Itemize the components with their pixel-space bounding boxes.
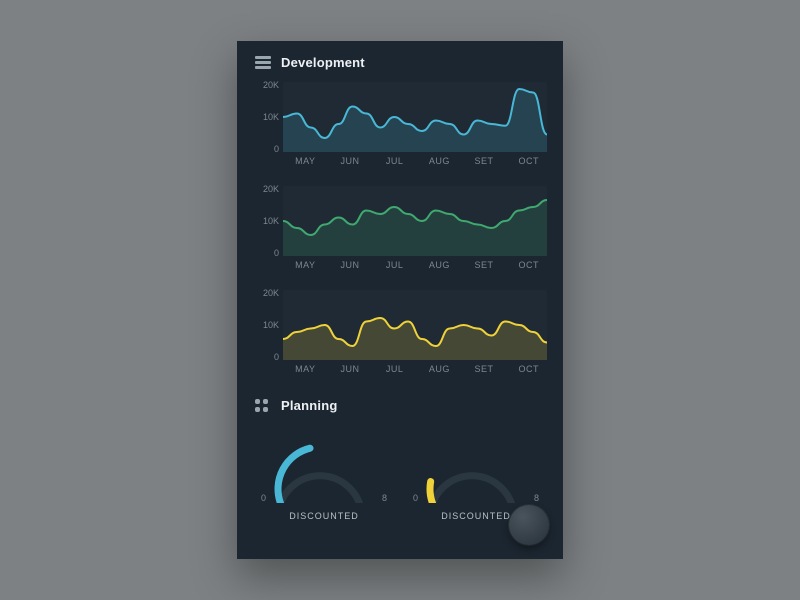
x-tick-label: MAY [283, 156, 328, 166]
chart-svg [283, 82, 547, 152]
x-tick-label: MAY [283, 260, 328, 270]
grid-icon [255, 399, 271, 413]
mobile-dashboard-panel: Development 20K10K0MAYJUNJULAUGSETOCT20K… [237, 41, 563, 559]
gauge-svg [407, 433, 537, 503]
y-tick-label: 10K [249, 112, 279, 122]
x-tick-label: OCT [506, 364, 551, 374]
x-tick-label: OCT [506, 156, 551, 166]
chart-svg [283, 290, 547, 360]
gauge: 0 8 DISCOUNTED [255, 429, 393, 537]
x-tick-label: SET [462, 364, 507, 374]
y-tick-label: 0 [249, 248, 279, 258]
gauge-svg [255, 433, 385, 503]
section-title: Development [281, 55, 365, 70]
y-tick-label: 0 [249, 352, 279, 362]
x-ticks: MAYJUNJULAUGSETOCT [283, 156, 551, 166]
x-tick-label: JUN [328, 364, 373, 374]
y-tick-label: 10K [249, 320, 279, 330]
y-tick-label: 20K [249, 184, 279, 194]
x-tick-label: SET [462, 260, 507, 270]
x-tick-label: JUL [372, 364, 417, 374]
x-tick-label: OCT [506, 260, 551, 270]
y-tick-label: 0 [249, 144, 279, 154]
section-header-development: Development [237, 41, 563, 76]
y-tick-label: 20K [249, 288, 279, 298]
section-title: Planning [281, 398, 338, 413]
x-tick-label: JUN [328, 260, 373, 270]
x-tick-label: AUG [417, 364, 462, 374]
chart-svg [283, 186, 547, 256]
x-tick-label: JUN [328, 156, 373, 166]
gauge-max-label: 8 [534, 493, 539, 503]
x-tick-label: JUL [372, 260, 417, 270]
gauge-min-label: 0 [413, 493, 418, 503]
gauge-max-label: 8 [382, 493, 387, 503]
x-tick-label: JUL [372, 156, 417, 166]
section-header-planning: Planning [237, 390, 563, 419]
gauge-label: DISCOUNTED [255, 511, 393, 521]
x-ticks: MAYJUNJULAUGSETOCT [283, 364, 551, 374]
x-tick-label: MAY [283, 364, 328, 374]
area-chart: 20K 10K 0 MAYJUNJULAUGSETOCT [249, 290, 551, 388]
x-tick-label: AUG [417, 156, 462, 166]
y-tick-label: 20K [249, 80, 279, 90]
y-tick-label: 10K [249, 216, 279, 226]
x-tick-label: SET [462, 156, 507, 166]
gauge-min-label: 0 [261, 493, 266, 503]
area-chart: 20K 10K 0 MAYJUNJULAUGSETOCT [249, 82, 551, 180]
floating-action-button[interactable] [509, 505, 549, 545]
x-ticks: MAYJUNJULAUGSETOCT [283, 260, 551, 270]
area-chart: 20K 10K 0 MAYJUNJULAUGSETOCT [249, 186, 551, 284]
x-tick-label: AUG [417, 260, 462, 270]
list-icon [255, 56, 271, 70]
